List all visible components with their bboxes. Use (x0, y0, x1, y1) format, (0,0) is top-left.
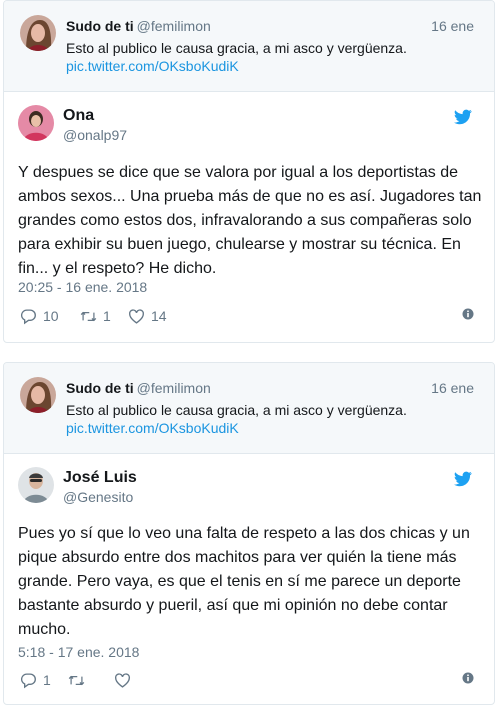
twitter-bird-icon[interactable] (454, 471, 472, 487)
reply-icon (20, 308, 36, 324)
quoted-author-name[interactable]: Sudo de ti (66, 18, 134, 34)
retweet-button[interactable] (68, 670, 91, 690)
retweet-icon (80, 311, 97, 321)
reply-button[interactable]: 10 (20, 306, 59, 326)
heart-icon (129, 308, 144, 324)
tweet-card: Sudo de ti @femilimon 16 ene Esto al publ… (3, 0, 495, 343)
quoted-tweet[interactable]: Sudo de ti @femilimon 16 ene Esto al publ… (4, 1, 494, 92)
author-avatar[interactable] (18, 105, 54, 141)
tweet-timestamp[interactable]: 20:25 - 16 ene. 2018 (18, 279, 147, 295)
tweet-timestamp[interactable]: 5:18 - 17 ene. 2018 (18, 644, 139, 660)
retweet-icon (68, 675, 85, 685)
twitter-bird-icon[interactable] (454, 109, 472, 125)
quoted-text: Esto al publico le causa gracia, a mi as… (66, 402, 407, 418)
quoted-date[interactable]: 16 ene (431, 380, 474, 396)
quoted-avatar[interactable] (20, 15, 56, 51)
tweet-text: Pues yo sí que lo veo una falta de respe… (18, 525, 470, 638)
quoted-author-name[interactable]: Sudo de ti (66, 380, 134, 396)
author-name[interactable]: José Luis (63, 469, 137, 487)
reply-button[interactable]: 1 (20, 670, 51, 690)
quoted-media-link[interactable]: pic.twitter.com/OKsboKudiK (66, 420, 239, 436)
reply-icon (20, 672, 36, 688)
quoted-header: Sudo de ti @femilimon (66, 380, 211, 396)
reply-count: 1 (43, 672, 51, 688)
quoted-text: Esto al publico le causa gracia, a mi as… (66, 40, 407, 56)
like-count: 14 (151, 308, 167, 324)
tweet-actions: 10 1 14 (18, 306, 484, 326)
info-icon[interactable] (462, 672, 474, 684)
author-handle[interactable]: @onalp97 (63, 127, 127, 143)
like-button[interactable] (114, 670, 137, 690)
tweet-text: Y despues se dice que se valora por igua… (18, 164, 482, 277)
retweet-count: 1 (103, 308, 111, 324)
tweet-main: Ona @onalp97 Y despues se dice que se va… (4, 92, 494, 342)
quoted-tweet[interactable]: Sudo de ti @femilimon 16 ene Esto al publ… (4, 363, 494, 454)
reply-count: 10 (43, 308, 59, 324)
tweet-card: Sudo de ti @femilimon 16 ene Esto al publ… (3, 362, 495, 705)
quoted-media-link[interactable]: pic.twitter.com/OKsboKudiK (66, 58, 239, 74)
author-name[interactable]: Ona (63, 107, 94, 125)
quoted-date[interactable]: 16 ene (431, 18, 474, 34)
heart-icon (115, 672, 130, 688)
author-avatar[interactable] (18, 467, 54, 503)
tweet-main: José Luis @Genesito Pues yo sí que lo ve… (4, 454, 494, 704)
like-button[interactable]: 14 (128, 306, 167, 326)
quoted-header: Sudo de ti @femilimon (66, 18, 211, 34)
tweet-actions: 1 (18, 670, 484, 690)
quoted-author-handle[interactable]: @femilimon (137, 18, 211, 34)
retweet-button[interactable]: 1 (80, 306, 111, 326)
info-icon[interactable] (462, 308, 474, 320)
author-handle[interactable]: @Genesito (63, 489, 133, 505)
quoted-avatar[interactable] (20, 377, 56, 413)
quoted-author-handle[interactable]: @femilimon (137, 380, 211, 396)
